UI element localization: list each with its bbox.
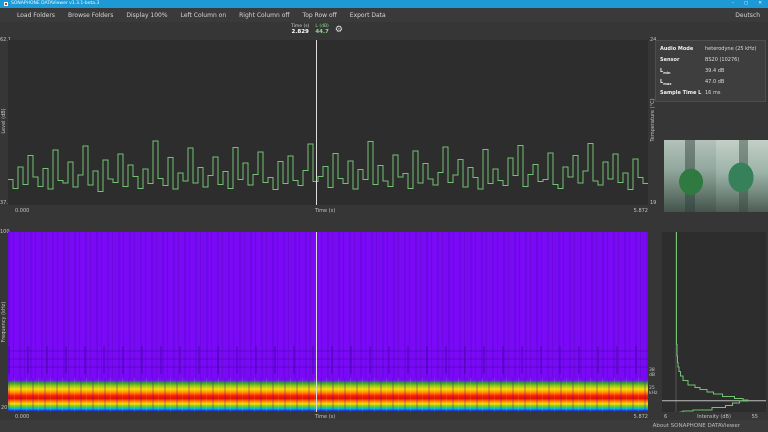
spectrogram-plot[interactable]	[8, 232, 648, 412]
histogram-svg	[662, 232, 766, 412]
top-x-axis-max: 5.872	[634, 208, 648, 214]
frequency-axis-min: 20	[1, 405, 7, 411]
measurement-photo-right	[716, 140, 768, 212]
measurement-photo[interactable]	[664, 140, 768, 212]
menu-item-right-column-off[interactable]: Right Column off	[239, 12, 289, 19]
info-row-label: Lmin	[660, 68, 705, 75]
menu-item-export-data[interactable]: Export Data	[350, 12, 386, 19]
readout-level: L (dB) 44.7	[315, 24, 329, 36]
info-row: Lmin39.4 dB	[660, 67, 761, 75]
level-axis-title: Level (dB)	[1, 102, 7, 140]
menu-bar: Load Folders Browse Folders Display 100% Le…	[0, 8, 768, 22]
top-x-axis-min: 0.000	[15, 208, 29, 214]
spec-cursor-intensity: 38 dB	[649, 368, 660, 379]
about-link[interactable]: About SONAPHONE DATAViewer	[653, 423, 740, 429]
info-row-value: BS20 (10276)	[705, 57, 761, 63]
time-cursor[interactable]	[316, 40, 317, 205]
minimize-button[interactable]: –	[732, 0, 734, 8]
app-window: SONAPHONE DATAViewer v1.3.1-beta.3 – ▢ ✕…	[0, 0, 768, 432]
info-row-label: Lmax	[660, 79, 705, 86]
window-controls: – ▢ ✕	[732, 0, 764, 8]
spectrogram-band-texture	[8, 378, 648, 412]
readout-level-value: 44.7	[315, 29, 329, 36]
waveform-svg	[8, 40, 648, 205]
top-x-axis-title: Time (s)	[315, 208, 335, 214]
spectrogram-speckles	[8, 346, 648, 374]
maximize-button[interactable]: ▢	[744, 0, 748, 8]
readout-time-value: 2.829	[291, 29, 308, 36]
menu-item-language[interactable]: Deutsch	[735, 12, 768, 19]
info-row: Lmax47.0 dB	[660, 78, 761, 86]
readout-time: Time (s) 2.829	[291, 24, 309, 36]
menu-item-display-100-[interactable]: Display 100%	[126, 12, 167, 19]
info-row: SensorBS20 (10276)	[660, 56, 761, 64]
info-panel: Audio Modeheterodyne (25 kHz)SensorBS20 …	[655, 40, 766, 102]
close-button[interactable]: ✕	[758, 0, 762, 8]
waveform-cursor-readout: Time (s) 2.829 L (dB) 44.7 ⚙	[291, 24, 343, 36]
menu-item-browse-folders[interactable]: Browse Folders	[68, 12, 113, 19]
settings-gear-icon[interactable]: ⚙	[335, 25, 343, 35]
info-row-value: heterodyne (25 kHz)	[705, 46, 761, 52]
info-row: Audio Modeheterodyne (25 kHz)	[660, 45, 761, 53]
window-titlebar: SONAPHONE DATAViewer v1.3.1-beta.3 – ▢ ✕	[0, 0, 768, 8]
info-row-value: 39.4 dB	[705, 68, 761, 74]
frequency-axis-title: Frequency (kHz)	[1, 292, 7, 352]
menu-item-load-folders[interactable]: Load Folders	[17, 12, 55, 19]
menu-items: Load Folders Browse Folders Display 100% Le…	[0, 12, 735, 19]
info-row-label: Sample Time L	[660, 90, 705, 96]
intensity-histogram-panel[interactable]	[662, 232, 766, 412]
measurement-photo-left	[664, 140, 716, 212]
app-logo-icon	[4, 2, 8, 6]
spec-cursor-frequency: 25 kHz	[649, 386, 660, 397]
status-bar: About SONAPHONE DATAViewer	[0, 420, 768, 432]
info-row-label: Audio Mode	[660, 46, 705, 52]
menu-item-top-row-off[interactable]: Top Row off	[303, 12, 337, 19]
time-cursor-spectrogram[interactable]	[316, 232, 317, 412]
window-title: SONAPHONE DATAViewer v1.3.1-beta.3	[11, 0, 729, 8]
info-row-value: 47.0 dB	[705, 79, 761, 85]
info-row-value: 16 ms	[705, 90, 761, 96]
menu-item-left-column-on[interactable]: Left Column on	[181, 12, 227, 19]
info-row: Sample Time L16 ms	[660, 89, 761, 97]
temperature-axis-min: 19	[650, 200, 656, 206]
level-waveform-plot[interactable]	[8, 40, 648, 205]
info-row-label: Sensor	[660, 57, 705, 63]
